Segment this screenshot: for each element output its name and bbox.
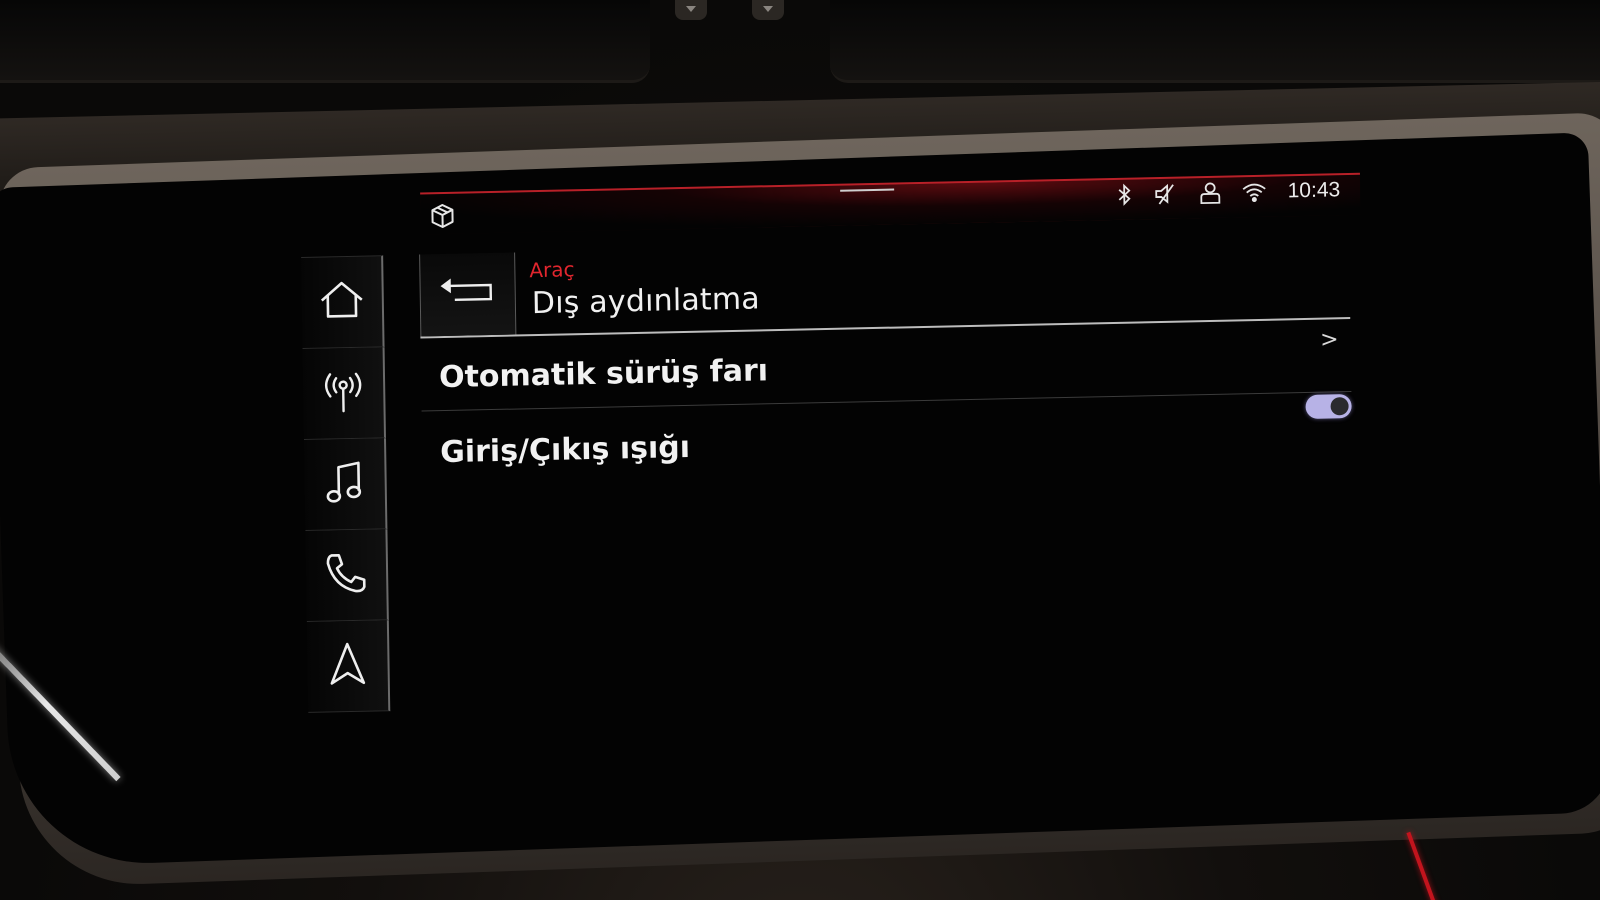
list-item-label: Giriş/Çıkış ışığı	[439, 429, 691, 471]
red-ambient-accent	[1406, 831, 1438, 900]
sidebar-item-phone[interactable]	[305, 529, 389, 622]
radio-antenna-icon	[320, 369, 367, 418]
user-profile-icon[interactable]	[1199, 181, 1221, 205]
air-vent-left	[0, 0, 650, 83]
sidebar	[301, 255, 391, 713]
status-bar: 10:43	[1115, 175, 1340, 210]
phone-icon	[324, 551, 369, 600]
toggle-knob	[1330, 397, 1349, 416]
infotainment-screen: 10:43 Araç Dış aydınlatma Otomatik sürüş…	[300, 162, 1418, 725]
settings-list: Otomatik sürüş farı > Giriş/Çıkış ışığı	[420, 319, 1352, 483]
sidebar-item-media[interactable]	[304, 438, 388, 531]
clock: 10:43	[1287, 178, 1341, 203]
vent-knob-right	[752, 0, 784, 20]
air-vent-right	[830, 0, 1600, 83]
cube-icon[interactable]	[428, 202, 456, 235]
page-title: Dış aydınlatma	[531, 281, 761, 322]
back-arrow-icon	[438, 277, 497, 312]
breadcrumb[interactable]: Araç	[529, 257, 575, 282]
list-item-label: Otomatik sürüş farı	[438, 353, 769, 396]
navigation-arrow-icon	[327, 641, 368, 692]
entry-exit-light-toggle[interactable]	[1305, 394, 1352, 419]
home-icon	[319, 280, 366, 325]
sidebar-item-navigation[interactable]	[306, 620, 391, 713]
car-dashboard: 10:43 Araç Dış aydınlatma Otomatik sürüş…	[0, 0, 1600, 900]
back-button[interactable]	[419, 252, 517, 337]
wifi-icon	[1241, 181, 1267, 204]
vent-knob-left	[675, 0, 707, 20]
music-note-icon	[324, 459, 365, 510]
mute-icon[interactable]	[1153, 182, 1179, 207]
bluetooth-icon	[1116, 183, 1134, 207]
sidebar-item-radio[interactable]	[302, 347, 386, 440]
chevron-right-icon: >	[1319, 327, 1339, 353]
sidebar-item-home[interactable]	[301, 255, 385, 349]
